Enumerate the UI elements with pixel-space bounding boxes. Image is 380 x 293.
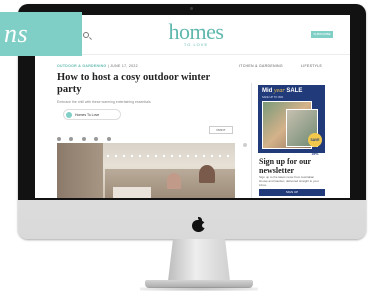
sale-ad-banner[interactable]: Mid year SALE SAVE UP TO 39% SAVE 39% [258, 85, 325, 156]
breadcrumb: OUTDOOR & GARDENING | JUNE 17, 2022 [57, 64, 138, 68]
brand-tag-text: ns [4, 19, 29, 48]
hero-rug [113, 187, 151, 198]
facebook-icon[interactable] [57, 137, 61, 141]
ad-title-prefix: Mid [262, 88, 274, 94]
author-pill[interactable]: Homes To Love [63, 109, 121, 120]
breadcrumb-category[interactable]: OUTDOOR & GARDENING [57, 64, 106, 68]
browser-screen: homes TO LOVE SUBSCRIBE ITCHEN & GARDENI… [35, 15, 350, 198]
author-name: Homes To Love [75, 113, 100, 117]
scroll-indicator [243, 143, 247, 147]
share-row [57, 128, 117, 141]
camera-icon [190, 7, 193, 10]
discount-badge: SAVE 39% [308, 133, 322, 156]
link-icon[interactable] [106, 137, 111, 141]
subscribe-button[interactable]: SUBSCRIBE [311, 31, 333, 38]
twitter-icon[interactable] [81, 137, 86, 141]
print-button[interactable]: PRINT [209, 126, 233, 134]
apple-logo-icon [192, 217, 207, 232]
signup-button[interactable]: SIGN UP [259, 189, 325, 196]
hero-person [199, 165, 215, 183]
article-date: JUNE 17, 2022 [110, 64, 138, 68]
ad-title-suffix: SALE [284, 88, 303, 94]
article-title: How to host a cosy outdoor winter party [57, 72, 211, 95]
stand-shadow [140, 287, 258, 291]
pinterest-icon[interactable] [69, 137, 74, 141]
brand-tag: ns [0, 12, 82, 56]
ad-title-italic: year [274, 88, 285, 94]
hero-image [57, 143, 235, 198]
hero-string-lights [107, 155, 235, 157]
ad-title: Mid year SALE [262, 88, 302, 94]
sidebar-divider [251, 83, 252, 198]
logo-wordmark: homes [168, 19, 224, 44]
hero-person [167, 173, 181, 189]
nav-item-lifestyle[interactable]: LIFESTYLE [301, 64, 322, 68]
imac-stand [168, 239, 230, 281]
site-logo[interactable]: homes TO LOVE [161, 19, 231, 48]
nav-item-kitchen-gardening[interactable]: ITCHEN & GARDENING [239, 64, 283, 68]
site-header: homes TO LOVE SUBSCRIBE [35, 15, 350, 55]
breadcrumb-separator: | [107, 64, 109, 68]
email-icon[interactable] [94, 137, 99, 141]
hero-tree [57, 143, 103, 198]
newsletter-title: Sign up for our newsletter [259, 157, 311, 175]
newsletter-description: Sign up to the latest news from Australi… [259, 175, 319, 187]
search-icon[interactable] [83, 32, 89, 38]
ad-subtitle: SAVE UP TO 39% [262, 96, 284, 99]
article-subtitle: Embrace the chill with these warming ent… [57, 100, 151, 104]
avatar [66, 112, 72, 118]
